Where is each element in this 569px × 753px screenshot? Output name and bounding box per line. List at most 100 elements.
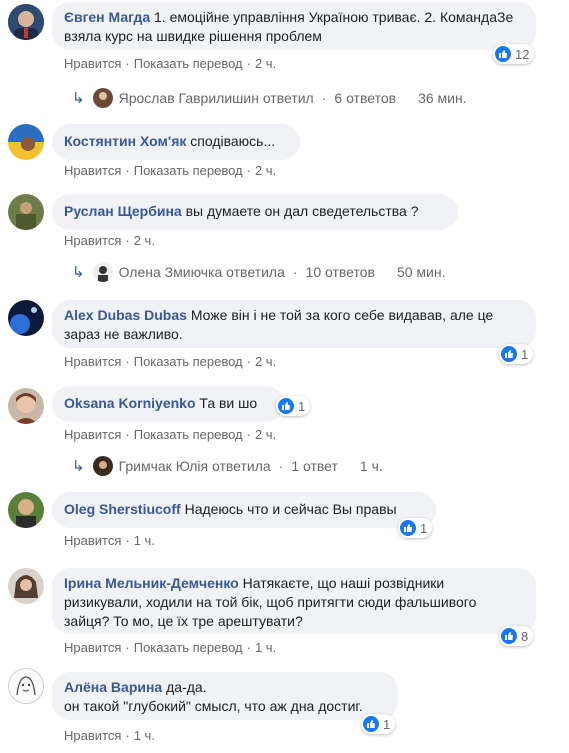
like-link[interactable]: Нравится — [64, 233, 121, 248]
reaction-number: 1 — [521, 346, 529, 362]
comment-bubble: Костянтин Хом'як сподіваюсь... — [52, 124, 300, 160]
comment-text: да-да. — [166, 679, 207, 695]
user-photo-icon — [9, 669, 43, 703]
user-photo-icon — [8, 388, 44, 424]
reaction-count[interactable]: 8 — [499, 626, 534, 646]
like-link[interactable]: Нравится — [64, 427, 121, 442]
like-icon — [363, 716, 379, 732]
comment-actions: Нравится · Показать перевод · 2 ч. — [64, 427, 277, 442]
comment-text-line2: он такой "глубокий" смысл, что аж дна до… — [64, 698, 363, 714]
reply-time: 36 мин. — [418, 90, 467, 106]
reply-time: 50 мин. — [396, 264, 446, 280]
comment-author[interactable]: Костянтин Хом'як — [64, 133, 186, 149]
comment-bubble: Oleg Sherstiucoff Надеюсь что и сейчас В… — [52, 492, 436, 528]
translate-link[interactable]: Показать перевод — [134, 354, 243, 369]
user-photo-icon — [8, 124, 44, 160]
reaction-count[interactable]: 1 — [361, 714, 396, 734]
avatar[interactable] — [8, 194, 44, 230]
comment-author[interactable]: Oksana Korniyenko — [64, 395, 196, 411]
comment-time[interactable]: 2 ч. — [255, 354, 276, 369]
like-icon — [278, 398, 294, 414]
comment-time[interactable]: 2 ч. — [255, 56, 276, 71]
avatar[interactable] — [8, 492, 44, 528]
comment-actions: Нравится · 1 ч. — [64, 533, 155, 548]
reply-avatar — [92, 456, 113, 476]
like-link[interactable]: Нравится — [64, 533, 121, 548]
comment-text: Та ви шо — [199, 395, 258, 411]
reply-arrow-icon: ↳ — [72, 90, 85, 107]
reply-arrow-icon: ↳ — [72, 458, 85, 475]
reply-name[interactable]: Ярослав Гаврилишин ответил — [119, 90, 314, 106]
reaction-count[interactable]: 1 — [499, 344, 534, 364]
comment-bubble: Євген Магда 1. емоційне управління Украї… — [52, 2, 536, 50]
avatar[interactable] — [8, 568, 44, 604]
like-icon — [501, 346, 517, 362]
translate-link[interactable]: Показать перевод — [134, 427, 243, 442]
comment-time[interactable]: 2 ч. — [255, 163, 276, 178]
avatar[interactable] — [8, 124, 44, 160]
comment-actions: Нравится · 1 ч. — [64, 728, 155, 743]
like-link[interactable]: Нравится — [64, 728, 121, 743]
reply-avatar — [92, 88, 113, 108]
comment-author[interactable]: Алёна Варина — [64, 679, 162, 695]
user-photo-icon — [8, 300, 44, 336]
reaction-number: 8 — [521, 628, 529, 644]
comment-bubble: Руслан Щербина вы думаете он дал сведете… — [52, 194, 458, 230]
reply-name[interactable]: Олена Змиючка ответила — [119, 264, 285, 280]
like-icon — [495, 46, 511, 62]
avatar[interactable] — [8, 388, 44, 424]
reaction-number: 1 — [420, 520, 428, 536]
reaction-count[interactable]: 12 — [493, 44, 535, 64]
comment-author[interactable]: Руслан Щербина — [64, 203, 182, 219]
reply-count[interactable]: 6 ответов — [334, 90, 396, 106]
user-photo-icon — [8, 568, 44, 604]
comment-actions: Нравится · Показать перевод · 2 ч. — [64, 163, 277, 178]
reaction-number: 1 — [298, 398, 306, 414]
user-photo-icon — [8, 4, 44, 40]
avatar[interactable] — [8, 300, 44, 336]
translate-link[interactable]: Показать перевод — [134, 56, 243, 71]
translate-link[interactable]: Показать перевод — [134, 163, 243, 178]
comment-bubble: Oksana Korniyenko Та ви шо — [52, 386, 284, 422]
like-link[interactable]: Нравится — [64, 56, 121, 71]
reply-count[interactable]: 10 ответов — [306, 264, 375, 280]
like-icon — [400, 520, 416, 536]
comment-time[interactable]: 1 ч. — [134, 533, 155, 548]
replies-link[interactable]: ↳ Олена Змиючка ответила · 10 ответов 50… — [72, 262, 446, 282]
comment-time[interactable]: 2 ч. — [134, 233, 155, 248]
reply-count[interactable]: 1 ответ — [291, 458, 338, 474]
comment-text: сподіваюсь... — [190, 133, 276, 149]
reply-avatar — [92, 262, 113, 282]
comment-actions: Нравится · Показать перевод · 2 ч. — [64, 354, 277, 369]
reaction-count[interactable]: 1 — [398, 518, 433, 538]
reply-name[interactable]: Гримчак Юлія ответила — [119, 458, 271, 474]
comment-text: вы думаете он дал сведетельства ? — [185, 203, 419, 219]
reaction-number: 1 — [383, 716, 391, 732]
comment-author[interactable]: Oleg Sherstiucoff — [64, 501, 181, 517]
comment-author[interactable]: Євген Магда — [64, 9, 150, 25]
comment-bubble: Алёна Варина да-да. он такой "глубокий" … — [52, 672, 398, 720]
avatar[interactable] — [8, 668, 44, 704]
replies-link[interactable]: ↳ Ярослав Гаврилишин ответил · 6 ответов… — [72, 88, 467, 108]
like-link[interactable]: Нравится — [64, 163, 121, 178]
user-photo-icon — [8, 492, 44, 528]
like-link[interactable]: Нравится — [64, 354, 121, 369]
comment-time[interactable]: 1 ч. — [134, 728, 155, 743]
reaction-count[interactable]: 1 — [276, 396, 311, 416]
comment-author[interactable]: Ірина Мельник-Демченко — [64, 575, 239, 591]
comment-time[interactable]: 2 ч. — [255, 427, 276, 442]
comment-bubble: Alex Dubas Dubas Може він і не той за ко… — [52, 300, 536, 348]
comment-author[interactable]: Alex Dubas Dubas — [64, 307, 187, 323]
like-link[interactable]: Нравится — [64, 640, 121, 655]
replies-link[interactable]: ↳ Гримчак Юлія ответила · 1 ответ 1 ч. — [72, 456, 383, 476]
comment-bubble: Ірина Мельник-Демченко Натякаєте, що наш… — [52, 568, 536, 634]
comment-time[interactable]: 1 ч. — [255, 640, 276, 655]
comment-actions: Нравится · Показать перевод · 1 ч. — [64, 640, 277, 655]
comment-actions: Нравится · 2 ч. — [64, 233, 155, 248]
translate-link[interactable]: Показать перевод — [134, 640, 243, 655]
user-photo-icon — [8, 194, 44, 230]
like-icon — [501, 628, 517, 644]
reply-time: 1 ч. — [359, 458, 383, 474]
avatar[interactable] — [8, 4, 44, 40]
comment-actions: Нравится · Показать перевод · 2 ч. — [64, 56, 277, 71]
